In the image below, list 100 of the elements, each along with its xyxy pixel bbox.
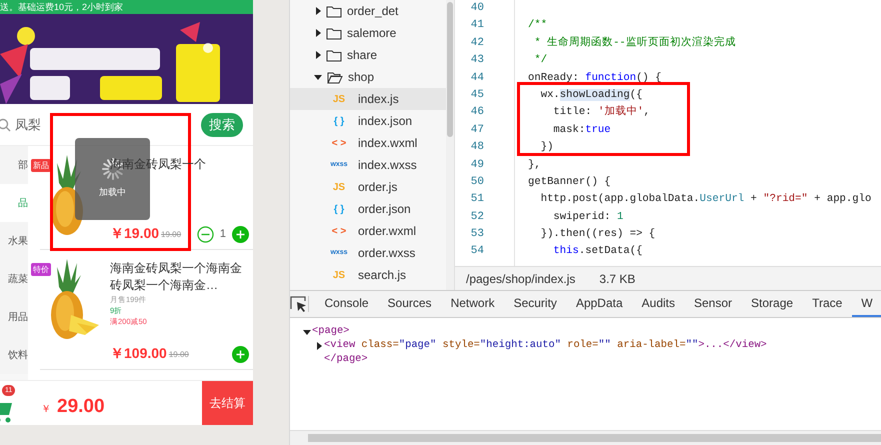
- folder-icon: [326, 26, 342, 40]
- file-type-icon: JS: [324, 180, 354, 194]
- code-line: getBanner() {: [528, 174, 612, 190]
- devtools-tab[interactable]: Storage: [742, 291, 803, 317]
- file-type-icon: JS: [324, 268, 354, 282]
- product-tag: 特价: [31, 263, 51, 276]
- devtools-tab[interactable]: Sensor: [684, 291, 742, 317]
- element-line[interactable]: </page>: [302, 353, 881, 367]
- code-line: onReady: function() {: [528, 70, 663, 86]
- file-type-icon: JS: [324, 92, 354, 106]
- line-number: 45: [470, 88, 485, 103]
- inspect-button[interactable]: [290, 296, 309, 312]
- line-number: 44: [470, 70, 485, 86]
- line-number: 54: [470, 244, 485, 260]
- folder-name: order_det: [347, 3, 398, 20]
- plus-button[interactable]: [232, 226, 249, 243]
- inspect-icon: [290, 296, 308, 312]
- file-type-icon: { }: [324, 114, 354, 128]
- expand-arrow-icon[interactable]: [314, 74, 322, 80]
- original-price: 19.00: [168, 349, 189, 361]
- file-type-icon: < >: [324, 224, 354, 238]
- file-name: index.json: [358, 113, 412, 130]
- checkout-button[interactable]: 去结算: [202, 381, 253, 425]
- total-price: 29.00: [57, 394, 105, 418]
- file-item[interactable]: < > index.wxml: [290, 132, 446, 154]
- line-number: 46: [470, 105, 485, 120]
- folder-icon: [326, 4, 342, 18]
- devtools-tab[interactable]: W: [852, 291, 881, 317]
- file-name: order.json: [358, 201, 411, 218]
- code-line: }): [540, 140, 554, 156]
- expand-arrow-icon[interactable]: [303, 330, 311, 334]
- expand-arrow-icon[interactable]: [316, 7, 321, 15]
- devtools-tab[interactable]: Console: [315, 291, 378, 317]
- line-number: 40: [470, 1, 485, 16]
- code-line: title: '加载中',: [552, 104, 652, 120]
- quantity: 1: [220, 227, 226, 242]
- plus-button[interactable]: [232, 346, 249, 363]
- folder-icon: [327, 70, 343, 84]
- file-item[interactable]: JS index.js: [290, 88, 446, 110]
- line-number: 42: [470, 36, 485, 51]
- devtools-tab[interactable]: Sources: [378, 291, 442, 317]
- folder-icon: [326, 48, 342, 62]
- line-number: 43: [470, 53, 485, 68]
- file-name: index.wxss: [358, 157, 417, 174]
- scrollbar-thumb[interactable]: [308, 434, 881, 442]
- file-name: index.wxml: [358, 135, 418, 152]
- folder-item[interactable]: shop: [290, 66, 446, 88]
- product-title: 海南金砖凤梨一个海南金砖凤梨一个海南金…: [110, 260, 243, 294]
- line-number: 47: [470, 122, 485, 138]
- folder-item[interactable]: order_det: [290, 0, 446, 22]
- line-number: 49: [470, 158, 485, 173]
- code-line: /**: [528, 18, 548, 34]
- search-icon: [0, 118, 11, 132]
- devtools-tab[interactable]: Audits: [632, 291, 684, 317]
- search-field[interactable]: 凤梨: [15, 114, 75, 134]
- file-name: index.js: [358, 91, 399, 108]
- code-line: swiperid: 1: [552, 210, 624, 225]
- devtools-tab[interactable]: Security: [504, 291, 566, 317]
- devtools-tab[interactable]: AppData: [566, 291, 632, 317]
- folder-name: salemore: [347, 25, 396, 42]
- minus-button[interactable]: [196, 226, 214, 243]
- element-line[interactable]: <page>: [302, 325, 881, 339]
- line-number: 48: [470, 140, 485, 156]
- devtools-tab[interactable]: Network: [441, 291, 504, 317]
- loading-text: 加载中: [99, 186, 126, 200]
- file-item[interactable]: JS search.js: [290, 264, 446, 286]
- code-line: mask:true: [552, 122, 612, 138]
- code-line: this.setData({: [552, 244, 644, 260]
- line-number: 51: [470, 192, 485, 208]
- file-name: order.wxml: [358, 223, 416, 240]
- code-line: },: [528, 158, 542, 173]
- notice-bar: 送。基础运费10元，2小时到家: [0, 0, 253, 14]
- file-name: order.js: [358, 179, 398, 196]
- file-item[interactable]: JS order.js: [290, 176, 446, 198]
- folder-item[interactable]: share: [290, 44, 446, 66]
- line-number: 52: [470, 210, 485, 225]
- code-line: */: [533, 53, 548, 68]
- code-line: http.post(app.globalData.UserUrl + "?rid=" + app.glo: [540, 192, 872, 208]
- folder-item[interactable]: salemore: [290, 22, 446, 44]
- file-type-icon: < >: [324, 136, 354, 150]
- price: ￥19.00: [110, 224, 160, 243]
- expand-arrow-icon[interactable]: [316, 29, 321, 37]
- file-path: /pages/shop/index.js: [466, 270, 576, 288]
- element-line[interactable]: <view class="page" style="height:auto" role="" aria-label="">...</view>: [302, 339, 881, 353]
- line-number: 50: [470, 174, 485, 190]
- code-line: }).then((res) => {: [540, 227, 656, 242]
- currency-symbol: ￥: [41, 403, 51, 417]
- devtools-tab[interactable]: Trace: [802, 291, 852, 317]
- expand-arrow-icon[interactable]: [316, 342, 322, 350]
- file-name: search.js: [358, 267, 406, 284]
- line-number: 53: [470, 227, 485, 242]
- expand-arrow-icon[interactable]: [316, 51, 321, 59]
- file-item[interactable]: < > order.wxml: [290, 220, 446, 242]
- line-number: 41: [470, 18, 485, 34]
- file-item[interactable]: { } index.json: [290, 110, 446, 132]
- scrollbar-thumb[interactable]: [447, 2, 453, 137]
- file-item[interactable]: { } order.json: [290, 198, 446, 220]
- original-price: 19.00: [161, 229, 182, 241]
- file-type-icon: { }: [324, 202, 354, 216]
- file-size: 3.7 KB: [599, 270, 636, 288]
